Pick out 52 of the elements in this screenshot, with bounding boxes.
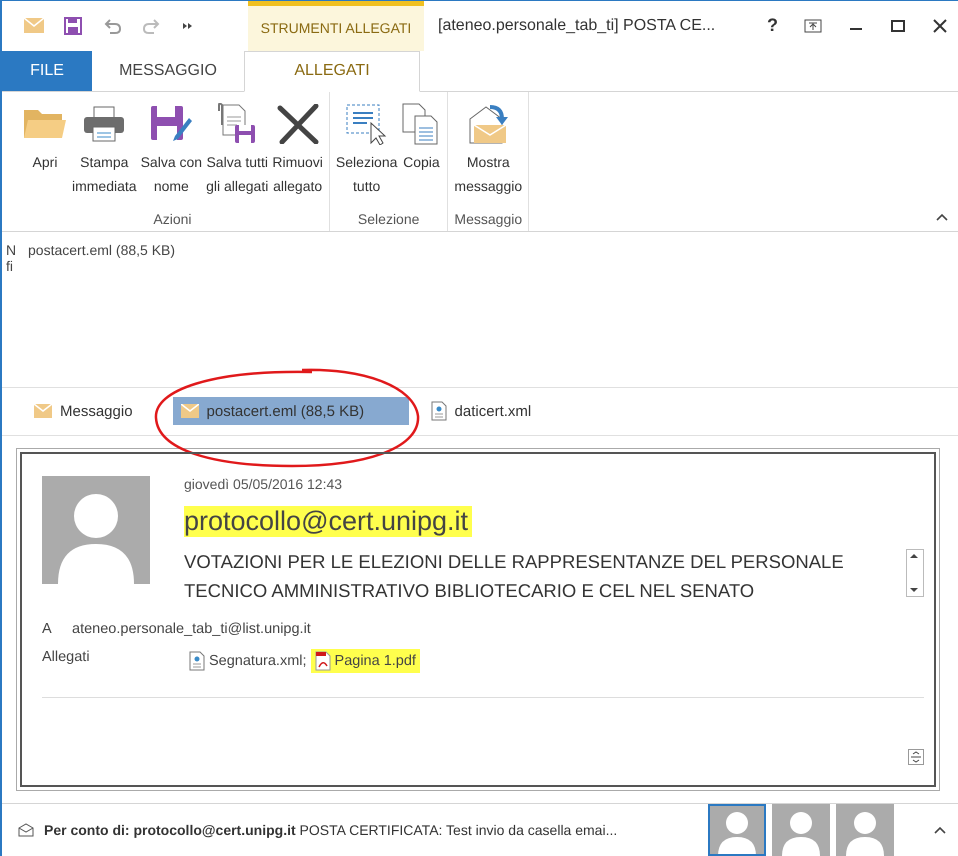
envelope-icon (34, 404, 52, 418)
cut-text: N (6, 242, 16, 258)
group-label: Azioni (153, 211, 192, 228)
collapse-icon[interactable] (936, 213, 948, 222)
envelope-icon (180, 404, 199, 418)
ribbon-button[interactable]: Seleziona tutto (334, 98, 400, 212)
printer-icon (82, 104, 126, 143)
attachment-tab[interactable]: Messaggio (26, 397, 141, 426)
message-date: giovedì 05/05/2016 12:43 (184, 476, 344, 492)
ribbon-button[interactable]: Copia (399, 98, 444, 212)
envelope-outline-icon (18, 823, 34, 837)
save-icon[interactable] (64, 16, 82, 35)
window-title: [ateneo.personale_tab_ti] POSTA CE... (437, 16, 716, 35)
people-pane-text: Per conto di: protocollo@cert.unipg.it POSTA CERTIFICATA: Test invio da casella emai... (44, 822, 618, 838)
file-info: postacert.eml (88,5 KB) (28, 242, 176, 258)
cut-text: fi (6, 258, 14, 274)
attachments-label: Allegati (42, 649, 91, 666)
ribbon-button[interactable]: Salva con nome (138, 98, 204, 212)
ribbon-display-icon[interactable] (804, 18, 822, 33)
floppy-pencil-icon (149, 104, 194, 144)
ribbon-button[interactable]: Mostra messaggio (452, 98, 524, 212)
collapse-icon[interactable] (934, 826, 946, 834)
more-icon[interactable] (182, 20, 194, 31)
ribbon-button[interactable]: Rimuovi allegato (270, 98, 325, 212)
context-tab-group: STRUMENTI ALLEGATI (248, 1, 424, 51)
pdf-icon (314, 651, 331, 672)
ribbon-tab[interactable]: MESSAGGIO (92, 50, 244, 91)
ribbon-button[interactable]: Apri (20, 98, 70, 212)
document-icon (430, 401, 447, 422)
expand-icon[interactable] (908, 749, 924, 765)
attachment-tab[interactable]: postacert.eml (88,5 KB) (172, 397, 409, 426)
group-label: Selezione (358, 211, 420, 228)
document-icon (189, 651, 205, 672)
ribbon-button[interactable]: Stampa immediata (70, 98, 139, 212)
ribbon-tab[interactable]: ALLEGATI (244, 50, 420, 92)
maximize-icon[interactable] (890, 18, 906, 33)
select-all-icon (344, 102, 389, 145)
undo-icon[interactable] (102, 18, 122, 34)
message-subject: VOTAZIONI PER LE ELEZIONI DELLE RAPPRESENTANZE DEL PERSONALE TECNICO AMMINISTRATIVO BIBLIOTECARIO E CEL NEL SENATO (184, 550, 845, 604)
close-icon[interactable] (932, 18, 948, 34)
to-label: A (42, 621, 53, 638)
attachment-link[interactable]: Segnatura.xml; (185, 649, 311, 674)
group-label: Messaggio (454, 211, 522, 228)
recipient-address: ateneo.personale_tab_ti@list.unipg.it (72, 621, 311, 638)
attachment-link[interactable]: Pagina 1.pdf (310, 649, 420, 674)
sender-address: protocollo@cert.unipg.it (184, 506, 472, 538)
x-mark-icon (276, 104, 320, 144)
attachment-tab[interactable]: daticert.xml (422, 397, 540, 426)
help-button[interactable]: ? (767, 15, 778, 36)
contact-avatar[interactable] (708, 804, 766, 856)
ribbon-tab[interactable]: FILE (2, 50, 92, 91)
ribbon-button[interactable]: Salva tutti gli allegati (204, 98, 270, 212)
